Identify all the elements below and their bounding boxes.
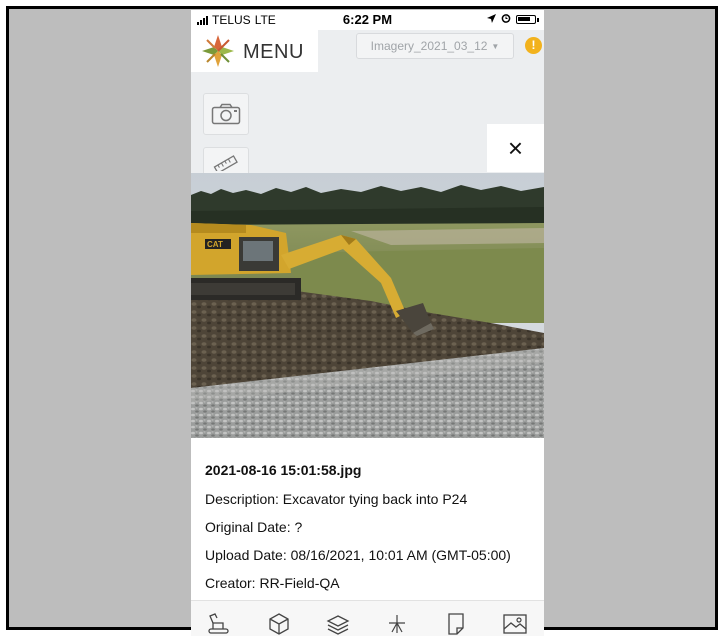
document-icon	[448, 613, 464, 635]
camera-button[interactable]	[203, 93, 249, 135]
alarm-icon	[501, 13, 511, 26]
photo-description: Description: Excavator tying back into P…	[205, 491, 468, 507]
caret-down-icon: ▼	[491, 41, 500, 51]
layers-icon	[326, 615, 350, 635]
photo-creator: Creator: RR-Field-QA	[205, 575, 340, 591]
status-bar: TELUS LTE 6:22 PM	[191, 10, 544, 30]
cube-icon	[269, 613, 289, 635]
close-button[interactable]: ×	[487, 124, 544, 172]
camera-icon	[211, 103, 241, 125]
document-button[interactable]	[439, 609, 473, 636]
image-icon	[502, 614, 527, 634]
bottom-toolbar	[191, 600, 544, 636]
photo-info-panel: 2021-08-16 15:01:58.jpg Description: Exc…	[191, 438, 544, 600]
alert-badge[interactable]: !	[525, 37, 542, 54]
survey-point-icon	[388, 615, 405, 633]
photo-filename: 2021-08-16 15:01:58.jpg	[205, 462, 362, 478]
imagery-dropdown-value: Imagery_2021_03_12	[370, 39, 488, 53]
photo-upload-date: Upload Date: 08/16/2021, 10:01 AM (GMT-0…	[205, 547, 511, 563]
image-button[interactable]	[498, 609, 532, 636]
ruler-icon	[213, 155, 238, 171]
phone-screen: TELUS LTE 6:22 PM MENU Imagery_2021_03_1…	[191, 10, 544, 636]
site-photo[interactable]: CAT	[191, 173, 544, 438]
excavator-tool-button[interactable]	[203, 609, 237, 636]
menu-button[interactable]: MENU	[191, 30, 318, 72]
battery-icon	[516, 15, 539, 24]
imagery-dropdown[interactable]: Imagery_2021_03_12 ▼	[356, 33, 514, 59]
excavator-icon	[208, 613, 230, 634]
menu-label: MENU	[243, 41, 304, 63]
location-arrow-icon	[487, 13, 496, 26]
app-logo-icon	[202, 35, 234, 67]
3d-model-button[interactable]	[262, 609, 296, 636]
survey-point-button[interactable]	[380, 609, 414, 636]
layers-button[interactable]	[321, 609, 355, 636]
svg-text:CAT: CAT	[207, 240, 223, 249]
photo-original-date: Original Date: ?	[205, 519, 303, 535]
